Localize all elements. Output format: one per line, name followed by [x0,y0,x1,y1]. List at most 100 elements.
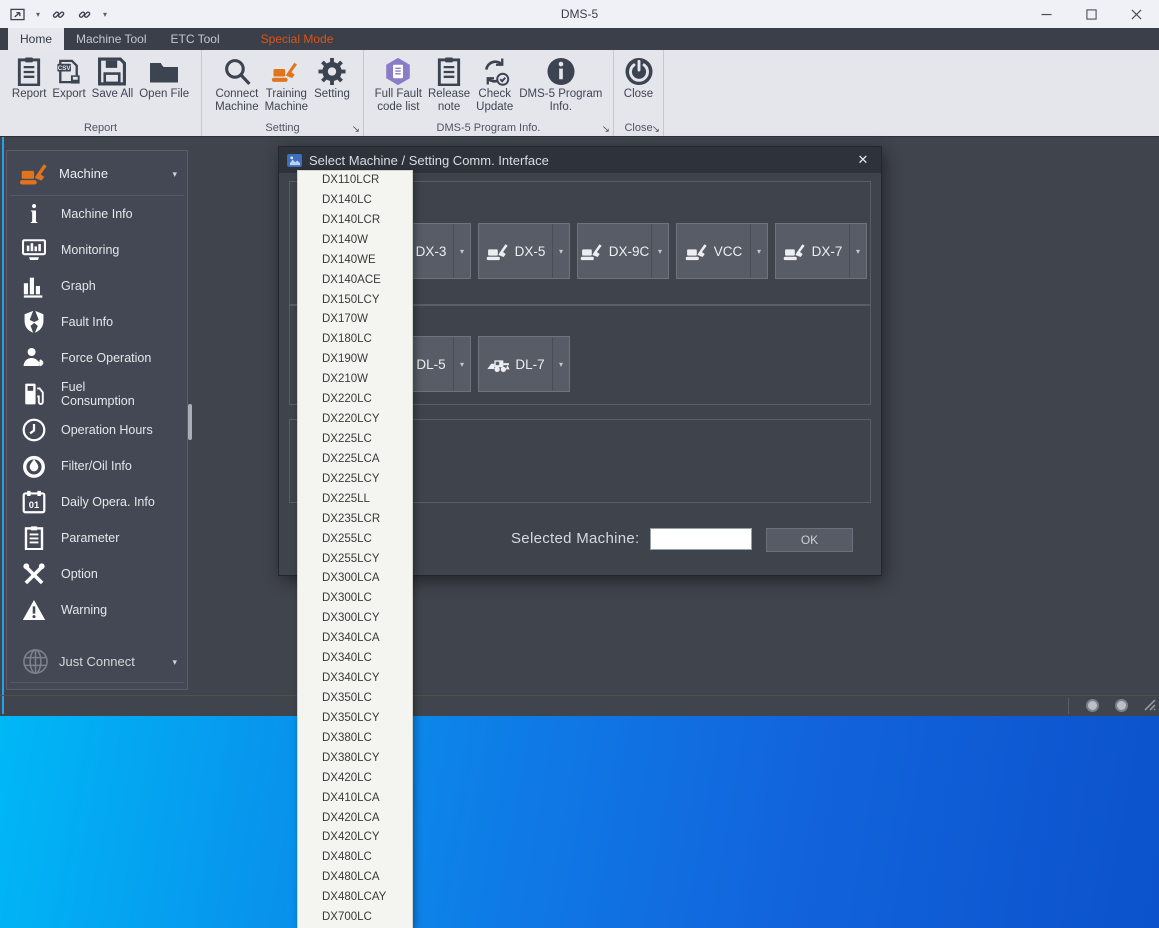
machine-model-option[interactable]: DX190W [298,350,412,370]
machine-model-option[interactable]: DX480LC [298,848,412,868]
machine-dropdown-arrow[interactable]: ▾ [651,224,668,278]
sidebar-item[interactable]: i Machine Info [7,196,187,232]
chevron-down-icon[interactable]: ▾ [172,164,177,182]
machine-model-option[interactable]: DX140LC [298,191,412,211]
ribbon-button[interactable]: CSV Export [49,53,88,102]
machine-model-option[interactable]: DX380LC [298,729,412,749]
sidebar-item[interactable]: Graph [7,268,187,304]
machine-dropdown-arrow[interactable]: ▾ [453,224,470,278]
sidebar-item[interactable]: 01 Daily Opera. Info [7,484,187,520]
ribbon-button[interactable]: DMS-5 Program Info. [516,53,605,115]
chevron-down-icon[interactable]: ▾ [172,652,177,670]
quick-access-icon[interactable] [10,8,25,21]
dialog-launcher-icon[interactable]: ↘ [652,125,660,135]
machine-model-option[interactable]: DX180LC [298,330,412,350]
tab-etc-tool[interactable]: ETC Tool [159,28,232,50]
machine-select-button[interactable]: VCC ▾ [676,223,768,279]
machine-button-main[interactable]: VCC [677,224,750,278]
machine-model-option[interactable]: DX220LCY [298,410,412,430]
sidebar-item[interactable]: Filter/Oil Info [7,448,187,484]
window-control-button[interactable] [1024,0,1069,28]
machine-model-option[interactable]: DX110LCR [298,171,412,191]
sidebar-item[interactable]: Fault Info [7,304,187,340]
ribbon-button[interactable]: Report [9,53,50,102]
machine-model-option[interactable]: DX220LC [298,390,412,410]
machine-model-option[interactable]: DX140LCR [298,211,412,231]
machine-button-main[interactable]: DX-9C [578,224,651,278]
machine-button-main[interactable]: DX-5 [479,224,552,278]
machine-button-main[interactable]: DX-7 [776,224,849,278]
machine-model-option[interactable]: DX225LCY [298,470,412,490]
machine-model-option[interactable]: DX300LC [298,589,412,609]
machine-select-button[interactable]: DX-5 ▾ [478,223,570,279]
sidebar-item[interactable]: Option [7,556,187,592]
tab-special-mode[interactable]: Special Mode [249,28,346,50]
machine-model-option[interactable]: DX340LCA [298,629,412,649]
machine-model-option[interactable]: DX420LC [298,769,412,789]
machine-model-option[interactable]: DX480LCA [298,868,412,888]
ribbon-button[interactable]: Full Fault code list [372,53,425,115]
machine-model-option[interactable]: DX420LCA [298,809,412,829]
sidebar-item[interactable]: Operation Hours [7,412,187,448]
sidebar-scrollbar-thumb[interactable] [188,404,192,440]
machine-model-option[interactable]: DX255LC [298,530,412,550]
window-control-button[interactable] [1114,0,1159,28]
ribbon-button[interactable]: Training Machine [262,53,311,115]
machine-select-button[interactable]: DL-7 ▾ [478,336,570,392]
ribbon-button[interactable]: Save All [89,53,137,102]
sidebar-item[interactable]: Monitoring [7,232,187,268]
dialog-close-button[interactable]: ✕ [853,152,873,168]
machine-model-option[interactable]: DX225LC [298,430,412,450]
machine-model-option[interactable]: DX340LC [298,649,412,669]
machine-model-option[interactable]: DX225LCA [298,450,412,470]
machine-dropdown-arrow[interactable]: ▾ [453,337,470,391]
machine-model-option[interactable]: DX140ACE [298,271,412,291]
tab-home[interactable]: Home [8,28,65,50]
dialog-launcher-icon[interactable]: ↘ [602,125,610,135]
quick-access-icon[interactable]: ▾ [36,10,40,19]
ribbon-button[interactable]: Connect Machine [212,53,261,115]
machine-dropdown-arrow[interactable]: ▾ [552,337,569,391]
dialog-launcher-icon[interactable]: ↘ [352,125,360,135]
machine-model-option[interactable]: DX300LCY [298,609,412,629]
machine-model-option[interactable]: DX350LC [298,689,412,709]
ribbon-button[interactable]: Close [621,53,657,102]
ok-button[interactable]: OK [766,528,853,552]
machine-model-option[interactable]: DX225LL [298,490,412,510]
ribbon-button[interactable]: Release note [425,53,473,115]
quick-access-icon[interactable] [51,8,66,21]
sidebar-header-just-connect[interactable]: Just Connect ▾ [7,640,187,682]
machine-model-option[interactable]: DX150LCY [298,291,412,311]
machine-model-option[interactable]: DX170W [298,310,412,330]
machine-model-option[interactable]: DX210W [298,370,412,390]
machine-model-option[interactable]: DX340LCY [298,669,412,689]
machine-model-option[interactable]: DX350LCY [298,709,412,729]
sidebar-item[interactable]: Parameter [7,520,187,556]
machine-model-option[interactable]: DX255LCY [298,550,412,570]
machine-model-option[interactable]: DX235LCR [298,510,412,530]
machine-select-button[interactable]: DX-7 ▾ [775,223,867,279]
machine-model-option[interactable]: DX420LCY [298,828,412,848]
machine-model-option[interactable]: DX700LC [298,908,412,928]
machine-model-option[interactable]: DX140WE [298,251,412,271]
machine-model-option[interactable]: DX410LCA [298,789,412,809]
sidebar-item[interactable]: Warning [7,592,187,628]
quick-access-icon[interactable] [77,8,92,21]
sidebar-item[interactable]: Force Operation [7,340,187,376]
tab-machine-tool[interactable]: Machine Tool [64,28,159,50]
ribbon-button[interactable]: Setting [311,53,353,102]
machine-model-option[interactable]: DX380LCY [298,749,412,769]
machine-dropdown-arrow[interactable]: ▾ [849,224,866,278]
resize-grip[interactable] [1142,697,1157,717]
sidebar-item[interactable]: Fuel Consumption [7,376,187,412]
machine-select-button[interactable]: DX-9C ▾ [577,223,669,279]
selected-machine-input[interactable] [650,528,752,550]
sidebar-header-machine[interactable]: Machine ▾ [7,151,187,195]
machine-dropdown-arrow[interactable]: ▾ [552,224,569,278]
ribbon-button[interactable]: Open File [136,53,192,102]
machine-button-main[interactable]: DL-7 [479,337,552,391]
machine-dropdown-arrow[interactable]: ▾ [750,224,767,278]
machine-model-option[interactable]: DX300LCA [298,569,412,589]
window-control-button[interactable] [1069,0,1114,28]
ribbon-button[interactable]: Check Update [473,53,516,115]
